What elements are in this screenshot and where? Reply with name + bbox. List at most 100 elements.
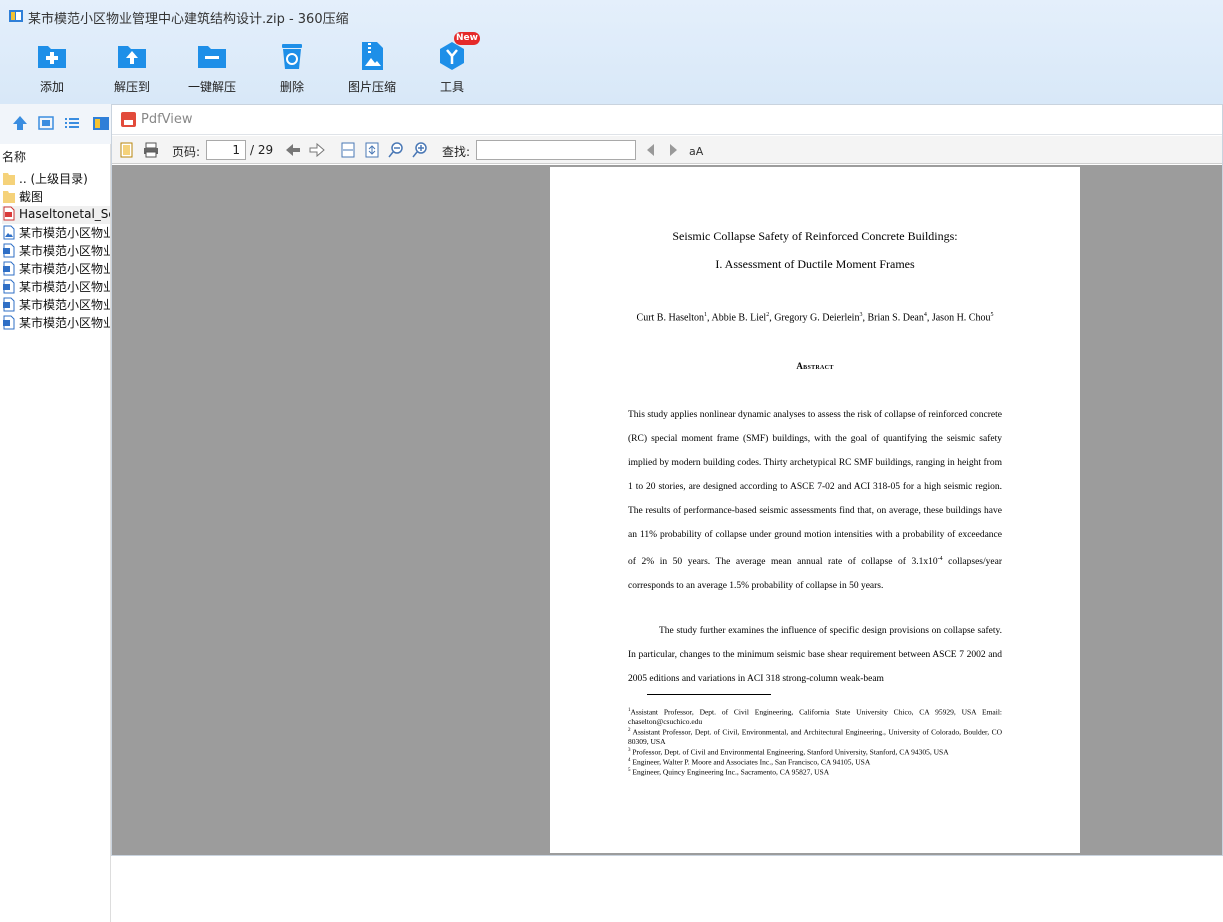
image-compress-icon	[362, 42, 383, 70]
author-name: Curt B. Haselton	[636, 312, 705, 324]
up-arrow-icon[interactable]	[11, 114, 29, 132]
file-name: 截图	[19, 190, 44, 204]
column-header-name[interactable]: 名称	[2, 148, 26, 165]
list-item[interactable]: Haseltonetal_Se	[2, 206, 111, 224]
add-label: 添加	[39, 80, 64, 94]
pdf-toolbar: 页码: 1 / 29 查找: aA	[112, 136, 1222, 164]
file-name: 某市模范小区物业	[19, 226, 111, 240]
list-item[interactable]: 某市模范小区物业	[2, 260, 110, 278]
footnote: 5 Engineer, Quincy Engineering Inc., Sac…	[628, 766, 1002, 777]
match-case-icon[interactable]: aA	[688, 141, 706, 159]
author-name: Gregory G. Deierlein	[774, 312, 860, 324]
previous-page-icon[interactable]	[284, 141, 302, 159]
abstract-paragraph-1: This study applies nonlinear dynamic ana…	[628, 403, 1002, 598]
pdf-canvas[interactable]: Seismic Collapse Safety of Reinforced Co…	[112, 165, 1222, 855]
archive-location-icon[interactable]	[92, 114, 110, 132]
image-compress-label: 图片压缩	[347, 80, 396, 94]
author-affiliation-mark: 4	[923, 312, 927, 318]
file-name: 某市模范小区物业	[19, 244, 111, 258]
author-affiliation-mark: 1	[704, 312, 708, 318]
list-item[interactable]: 某市模范小区物业	[2, 242, 111, 260]
window-title: 某市模范小区物业管理中心建筑结构设计.zip - 360压缩	[28, 12, 349, 27]
abstract-heading: Abstract	[796, 361, 834, 371]
author-affiliation-mark: 2	[766, 312, 770, 318]
zoom-out-icon[interactable]	[387, 141, 405, 159]
author-affiliation-mark: 5	[990, 312, 994, 318]
find-label: 查找:	[442, 145, 471, 159]
image-compress-button[interactable]: 图片压缩	[332, 38, 412, 96]
author-affiliation-mark: 3	[859, 312, 863, 318]
word-file-icon	[3, 297, 15, 312]
paper-title-line2: I. Assessment of Ductile Moment Frames	[715, 257, 915, 271]
recycle-bin-icon	[282, 44, 302, 69]
empty-area	[111, 856, 1223, 922]
find-previous-icon[interactable]	[642, 141, 660, 159]
fit-width-icon[interactable]	[339, 141, 357, 159]
list-item[interactable]: 某市模范小区物业	[2, 314, 111, 332]
author-name: Brian S. Dean	[867, 312, 924, 324]
add-button[interactable]: 添加	[12, 38, 92, 96]
footnote: 2 Assistant Professor, Dept. of Civil, E…	[628, 726, 1002, 747]
tools-label: 工具	[439, 80, 464, 94]
pdf-page: Seismic Collapse Safety of Reinforced Co…	[550, 167, 1080, 853]
fit-page-icon[interactable]	[363, 141, 381, 159]
list-item[interactable]: 某市模范小区物业	[2, 296, 111, 314]
archive-file-list: 名称 .. (上级目录) 截图 Haseltonetal_Se 某市模范小区物业…	[0, 144, 111, 922]
list-item[interactable]: 截图	[2, 188, 110, 206]
add-folder-icon	[38, 46, 66, 68]
extract-to-button[interactable]: 解压到	[92, 38, 172, 96]
paper-title-line1: Seismic Collapse Safety of Reinforced Co…	[672, 229, 958, 243]
page-number-input[interactable]: 1	[206, 140, 246, 160]
folder-icon	[3, 191, 15, 203]
new-badge: New	[454, 32, 480, 45]
footnote-text: Assistant Professor, Dept. of Civil, Env…	[628, 727, 1002, 747]
next-page-icon[interactable]	[308, 141, 326, 159]
svg-text:aA: aA	[689, 145, 704, 158]
list-item[interactable]: 某市模范小区物业	[2, 278, 111, 296]
footnote-rule	[647, 694, 771, 695]
one-click-extract-icon	[198, 46, 226, 68]
tools-button[interactable]: 工具	[412, 38, 492, 96]
footnote-text: Assistant Professor, Dept. of Civil Engi…	[628, 707, 1002, 727]
file-name: .. (上级目录)	[19, 172, 88, 186]
one-click-extract-button[interactable]: 一键解压	[172, 38, 252, 96]
abstract-text: This study applies nonlinear dynamic ana…	[628, 410, 1002, 568]
pdf-viewer-header: PdfView	[112, 105, 1222, 135]
pdf-viewer-title: PdfView	[141, 112, 193, 127]
find-input[interactable]	[476, 140, 636, 160]
word-file-icon	[3, 243, 15, 258]
page-total: / 29	[250, 143, 274, 157]
print-icon[interactable]	[142, 141, 160, 159]
file-name: Haseltonetal_Se	[19, 207, 111, 221]
list-item[interactable]: 某市模范小区物业	[2, 224, 111, 242]
thumbnail-view-icon[interactable]	[37, 114, 55, 132]
extract-to-icon	[118, 46, 146, 68]
author-name: Abbie B. Liel	[711, 312, 767, 324]
footnote: 1Assistant Professor, Dept. of Civil Eng…	[628, 706, 1002, 727]
pdf-logo-icon	[121, 112, 136, 127]
pdf-file-icon	[3, 206, 15, 221]
paper-authors: Curt B. Haselton1, Abbie B. Liel2, Grego…	[636, 312, 994, 324]
360-zip-app-icon	[9, 10, 23, 22]
abstract-paragraph-2: The study further examines the influence…	[628, 626, 1002, 684]
main-toolbar: 添加 解压到 一键解压 删除 图片压缩 工具 New	[0, 32, 700, 98]
file-name: 某市模范小区物业	[19, 298, 111, 312]
delete-label: 删除	[279, 80, 304, 94]
list-view-icon[interactable]	[63, 114, 81, 132]
app-header: 某市模范小区物业管理中心建筑结构设计.zip - 360压缩 添加 解压到 一键…	[0, 0, 1223, 104]
zoom-in-icon[interactable]	[411, 141, 429, 159]
image-file-icon	[3, 225, 15, 240]
footnote-text: Engineer, Quincy Engineering Inc., Sacra…	[630, 767, 830, 777]
word-file-icon	[3, 279, 15, 294]
find-next-icon[interactable]	[664, 141, 682, 159]
author-name: Jason H. Chou	[931, 312, 991, 324]
list-item[interactable]: .. (上级目录)	[2, 170, 110, 188]
one-click-extract-label: 一键解压	[187, 80, 236, 94]
file-name: 某市模范小区物业	[19, 316, 111, 330]
extract-to-label: 解压到	[113, 80, 150, 94]
open-document-icon[interactable]	[118, 141, 136, 159]
delete-button[interactable]: 删除	[252, 38, 332, 96]
navigation-strip	[0, 104, 111, 144]
page-number-label: 页码:	[172, 145, 201, 159]
file-name: 某市模范小区物业	[19, 280, 111, 294]
